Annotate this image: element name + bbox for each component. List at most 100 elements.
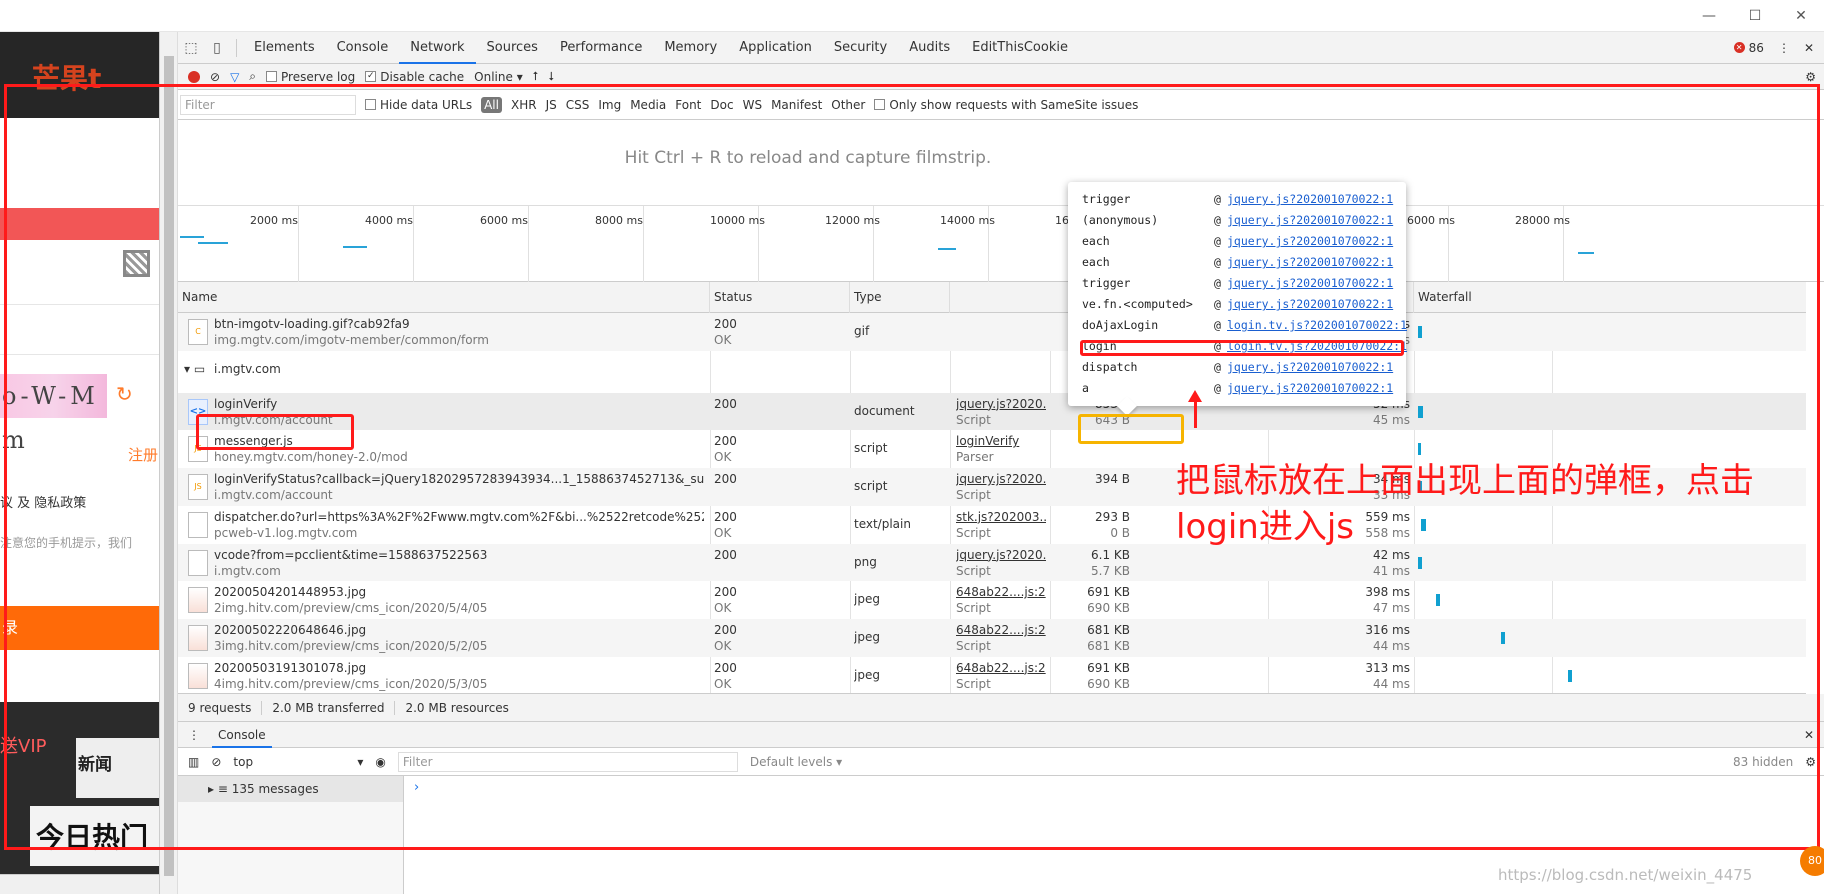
captcha-image[interactable]: o-W-M m	[0, 374, 107, 454]
tab-network[interactable]: Network	[399, 32, 476, 64]
type-filter-manifest[interactable]: Manifest	[771, 98, 822, 112]
console-prompt[interactable]: ›	[414, 780, 419, 795]
request-name[interactable]: 20200502220648646.jpg	[214, 623, 366, 637]
initiator-cell[interactable]: 648ab22....js:2 Script	[956, 619, 1046, 656]
initiator-cell[interactable]: jquery.js?2020... Script	[956, 544, 1046, 581]
request-name[interactable]: loginVerify	[214, 397, 277, 411]
name-cell[interactable]: vcode?from=pcclient&time=1588637522563 i.…	[214, 544, 704, 581]
tab-editthiscookie[interactable]: EditThisCookie	[961, 32, 1079, 64]
tab-elements[interactable]: Elements	[243, 32, 326, 64]
table-row[interactable]: Cbtn-imgotv-loading.gif?cab92fa9 img.mgtv…	[178, 313, 1806, 351]
request-name[interactable]: dispatcher.do?url=https%3A%2F%2Fwww.mgtv…	[214, 510, 704, 524]
table-row[interactable]: <> loginVerify i.mgtv.com/account 200 docume…	[178, 392, 1806, 431]
console-clear-icon[interactable]: ⊘	[211, 755, 221, 769]
request-name[interactable]: 20200504201448953.jpg	[214, 585, 366, 599]
table-row[interactable]: 20200502220648646.jpg 3img.hitv.com/previ…	[178, 618, 1806, 657]
refresh-captcha-icon[interactable]: ↻	[116, 382, 133, 406]
request-name[interactable]: loginVerifyStatus?callback=jQuery1820295…	[214, 472, 704, 486]
maximize-button[interactable]: ☐	[1732, 0, 1778, 32]
column-header-status[interactable]: Status	[710, 282, 850, 313]
scrollbar-thumb[interactable]	[164, 56, 174, 876]
type-filter-other[interactable]: Other	[831, 98, 865, 112]
login-submit-button[interactable]: 录	[0, 606, 159, 650]
frame-source-link[interactable]: jquery.js?202001070022:1	[1227, 232, 1393, 250]
request-name[interactable]: messenger.js	[214, 434, 293, 448]
name-cell[interactable]: 20200502220648646.jpg 3img.hitv.com/previ…	[214, 619, 704, 656]
frame-source-link[interactable]: login.tv.js?202001070022:1	[1227, 316, 1407, 334]
frame-source-link[interactable]: jquery.js?202001070022:1	[1227, 295, 1393, 313]
console-sidebar-toggle-icon[interactable]: ▥	[188, 755, 199, 769]
column-header-type[interactable]: Type	[850, 282, 950, 313]
frame-source-link[interactable]: jquery.js?202001070022:1	[1227, 211, 1393, 229]
tab-application[interactable]: Application	[728, 32, 823, 64]
table-row[interactable]: 20200503191301078.jpg 4img.hitv.com/previ…	[178, 657, 1806, 693]
initiator-cell[interactable]: jquery.js?2020... Script	[956, 468, 1046, 505]
initiator-link[interactable]: jquery.js?2020...	[956, 397, 1046, 411]
name-cell[interactable]: 20200503191301078.jpg 4img.hitv.com/previ…	[214, 657, 704, 693]
page-vertical-scrollbar[interactable]	[160, 32, 178, 894]
initiator-link[interactable]: loginVerify	[956, 434, 1019, 448]
page-horizontal-scrollbar[interactable]	[0, 874, 159, 894]
checkbox-box[interactable]	[874, 99, 886, 110]
type-filter-css[interactable]: CSS	[566, 98, 590, 112]
export-har-icon[interactable]: ⭣	[548, 69, 554, 84]
frame-source-link[interactable]: jquery.js?202001070022:1	[1227, 190, 1393, 208]
type-filter-doc[interactable]: Doc	[710, 98, 733, 112]
type-filter-media[interactable]: Media	[630, 98, 666, 112]
log-levels-select[interactable]: Default levels ▾	[750, 755, 842, 769]
drawer-menu-icon[interactable]: ⋮	[188, 728, 200, 742]
initiator-cell[interactable]: 648ab22....js:2 Script	[956, 657, 1046, 693]
name-cell[interactable]: btn-imgotv-loading.gif?cab92fa9 img.mgtv.…	[214, 313, 704, 350]
initiator-cell[interactable]: stk.js?202003... Script	[956, 506, 1046, 543]
disable-cache-checkbox[interactable]: ✓ Disable cache	[365, 70, 464, 84]
initiator-link[interactable]: jquery.js?2020...	[956, 548, 1046, 562]
news-nav-item[interactable]: 新闻	[76, 738, 159, 798]
more-menu-icon[interactable]: ⋮	[1778, 41, 1790, 55]
close-window-button[interactable]: ✕	[1778, 0, 1824, 32]
tab-performance[interactable]: Performance	[549, 32, 653, 64]
type-filter-ws[interactable]: WS	[743, 98, 762, 112]
type-filter-font[interactable]: Font	[675, 98, 701, 112]
initiator-cell[interactable]: loginVerify Parser	[956, 430, 1046, 467]
initiator-link[interactable]: 648ab22....js:2	[956, 585, 1046, 599]
request-name[interactable]: btn-imgotv-loading.gif?cab92fa9	[214, 317, 410, 331]
frame-source-link[interactable]: jquery.js?202001070022:1	[1227, 358, 1393, 376]
drawer-tab-console[interactable]: Console	[212, 722, 272, 748]
name-cell[interactable]: dispatcher.do?url=https%3A%2F%2Fwww.mgtv…	[214, 506, 704, 543]
frame-source-link[interactable]: jquery.js?202001070022:1	[1227, 274, 1393, 292]
settings-gear-icon[interactable]: ⚙	[1805, 70, 1824, 84]
request-name[interactable]: vcode?from=pcclient&time=1588637522563	[214, 548, 487, 562]
column-header-name[interactable]: Name	[178, 282, 710, 313]
filter-icon[interactable]: ▽	[230, 70, 239, 84]
live-expression-eye-icon[interactable]: ◉	[375, 755, 385, 769]
filter-input[interactable]: Filter	[180, 94, 356, 115]
type-filter-img[interactable]: Img	[598, 98, 621, 112]
name-cell[interactable]: loginVerifyStatus?callback=jQuery1820295…	[214, 468, 704, 505]
hide-data-urls-checkbox[interactable]: Hide data URLs	[365, 98, 472, 112]
vip-promo[interactable]: 送VIP	[0, 732, 46, 758]
inspect-element-icon[interactable]: ⬚	[178, 40, 204, 56]
messages-group[interactable]: ▸ ≡ 135 messages	[178, 776, 403, 802]
samesite-checkbox[interactable]: Only show requests with SameSite issues	[874, 98, 1138, 112]
throttling-select[interactable]: Online ▾	[474, 70, 523, 84]
initiator-cell[interactable]: jquery.js?2020... Script	[956, 393, 1046, 430]
import-har-icon[interactable]: ⭡	[533, 69, 539, 84]
preserve-log-checkbox[interactable]: Preserve log	[266, 70, 355, 84]
frame-source-link[interactable]: jquery.js?202001070022:1	[1227, 379, 1393, 397]
checkbox-checked[interactable]: ✓	[365, 71, 377, 82]
qr-code-icon[interactable]	[123, 250, 150, 277]
device-toolbar-icon[interactable]: ▯	[204, 40, 230, 56]
close-drawer-icon[interactable]: ✕	[1804, 728, 1824, 742]
frame-source-link[interactable]: jquery.js?202001070022:1	[1227, 253, 1393, 271]
initiator-link[interactable]: jquery.js?2020...	[956, 472, 1046, 486]
initiator-cell[interactable]	[956, 313, 1046, 350]
console-filter-input[interactable]: Filter	[397, 751, 738, 772]
frame-source-link[interactable]: login.tv.js?202001070022:1	[1227, 337, 1407, 355]
name-cell[interactable]: messenger.js honey.mgtv.com/honey-2.0/mod	[214, 430, 704, 467]
name-cell[interactable]: loginVerify i.mgtv.com/account	[214, 393, 704, 430]
console-settings-icon[interactable]: ⚙	[1805, 755, 1824, 769]
minimize-button[interactable]: —	[1686, 0, 1732, 32]
close-devtools-icon[interactable]: ✕	[1804, 41, 1814, 55]
error-count-badge[interactable]: ✕ 86	[1733, 41, 1764, 55]
context-select[interactable]: top ▾	[233, 755, 363, 769]
